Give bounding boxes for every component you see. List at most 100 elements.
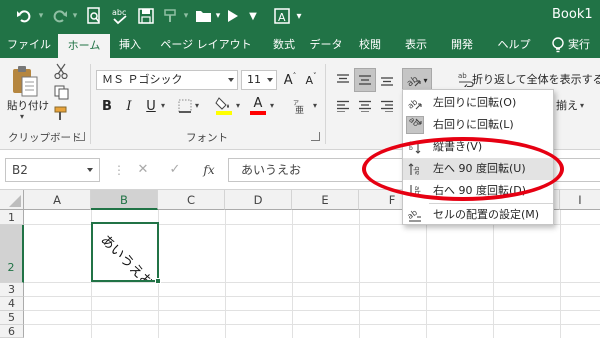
paste-dropdown-icon[interactable]: ▾ [20,112,24,121]
column-header[interactable]: D [225,190,292,210]
text-box-dropdown-icon[interactable]: ▾ [294,6,304,26]
top-align-icon[interactable] [334,70,352,90]
gridline [24,324,600,325]
font-group-label: フォント [186,132,228,144]
spelling-icon[interactable]: abc [110,6,130,26]
tab-help[interactable]: ヘルプ [494,32,534,58]
name-box-dropdown-icon[interactable] [87,168,93,172]
gridline [560,210,561,338]
clipboard-launcher-icon[interactable] [76,132,85,141]
name-box[interactable]: B2 [5,158,100,182]
format-painter-icon[interactable] [162,6,182,26]
redo-dropdown-icon[interactable]: ▾ [70,6,80,26]
underline-dropdown-icon[interactable]: ▾ [161,101,165,110]
fill-color-dropdown-icon[interactable]: ▾ [236,101,240,110]
group-divider [90,64,91,144]
insert-function-button[interactable]: fx [198,160,220,180]
font-name-select[interactable]: ＭＳ Ｐゴシック [96,70,238,90]
row-header[interactable]: 5 [0,311,24,325]
tab-data[interactable]: データ [306,32,346,58]
row-header[interactable]: 1 [0,210,24,225]
tab-page-layout[interactable]: ページ レイアウト [154,32,258,58]
svg-text:ab: ab [458,72,467,80]
row-header[interactable]: 2 [0,225,24,283]
menu-item-format-cell-alignment[interactable]: ab セルの配置の設定(M) [403,204,553,226]
row-header[interactable]: 4 [0,297,24,311]
font-color-button[interactable]: A [248,94,268,116]
borders-dropdown-icon[interactable]: ▾ [195,101,199,110]
save-icon[interactable] [136,6,156,26]
folder-dropdown-icon[interactable]: ▾ [213,6,223,26]
customize-icon[interactable]: ▼ [246,6,260,26]
font-name-value: ＭＳ Ｐゴシック [102,73,183,86]
bottom-align-icon[interactable] [378,70,396,90]
middle-align-icon[interactable] [354,68,376,92]
row-header[interactable]: 3 [0,283,24,297]
bold-button[interactable]: B [98,96,116,116]
font-color-dropdown-icon[interactable]: ▾ [270,101,274,110]
font-size-dropdown-icon[interactable] [267,78,273,82]
open-folder-icon[interactable] [194,6,214,26]
font-size-select[interactable]: 11 [241,70,277,90]
underline-button[interactable]: U [142,96,160,116]
format-painter-brush-icon[interactable] [52,104,70,122]
font-launcher-icon[interactable] [311,132,320,141]
column-header[interactable]: B [91,190,158,210]
angle-clockwise-icon: ab [406,116,424,134]
italic-button[interactable]: I [120,96,138,116]
borders-icon[interactable] [176,96,194,116]
shrink-font-button[interactable]: A ˅ [302,70,320,90]
fill-handle[interactable] [155,278,161,284]
column-header[interactable]: I [560,190,600,210]
name-box-value: B2 [12,163,28,177]
angle-counterclockwise-icon: ab [406,94,424,112]
format-painter-dropdown-icon[interactable]: ▾ [181,6,191,26]
paste-icon[interactable] [8,64,42,100]
lightbulb-icon[interactable] [551,37,565,53]
tab-formulas[interactable]: 数式 [266,32,302,58]
formula-bar-grip-icon[interactable]: ⋮ [113,160,125,180]
menu-item-angle-counterclockwise[interactable]: ab 左回りに回転(O) [403,92,553,114]
tab-developer[interactable]: 開発 [444,32,480,58]
paste-button[interactable]: 貼り付け [4,98,52,113]
undo-icon[interactable] [14,6,34,26]
tab-view[interactable]: 表示 [398,32,434,58]
select-all-corner[interactable] [0,190,24,210]
fill-color-icon[interactable] [214,94,234,116]
phonetic-guide-icon[interactable]: ア亜 [290,96,312,116]
grow-font-button[interactable]: A ˄ [281,70,299,90]
format-cell-alignment-icon: ab [406,206,424,224]
row-header[interactable]: 6 [0,325,24,338]
shrink-font-letter: A [305,73,314,87]
merge-center-button[interactable]: 揃え [556,96,578,116]
svg-text:abc: abc [112,8,126,17]
copy-icon[interactable] [52,83,70,101]
menu-item-angle-clockwise[interactable]: ab 右回りに回転(L) [403,114,553,136]
tab-insert[interactable]: 挿入 [112,32,148,58]
column-header[interactable]: E [292,190,359,210]
align-right-icon[interactable] [378,96,396,116]
align-center-icon[interactable] [356,96,374,116]
phonetic-dropdown-icon[interactable]: ▾ [313,101,317,110]
tab-review[interactable]: 校閲 [352,32,388,58]
active-cell-b2[interactable]: あいうえお [91,222,159,282]
font-name-dropdown-icon[interactable] [228,78,234,82]
redo-icon[interactable] [50,6,70,26]
cut-icon[interactable] [52,62,70,80]
wrap-text-button[interactable]: 折り返して全体を表示する [472,70,600,90]
text-box-icon[interactable]: A [272,6,292,26]
tab-file[interactable]: ファイル [4,32,54,58]
cancel-entry-button[interactable]: ✕ [134,160,152,180]
merge-dropdown-icon[interactable]: ▾ [580,101,584,110]
tab-tell-me[interactable]: 実行 [568,32,600,58]
confirm-entry-button[interactable]: ✓ [166,160,184,180]
print-preview-icon[interactable] [84,6,104,26]
undo-dropdown-icon[interactable]: ▾ [36,6,46,26]
column-header[interactable]: C [158,190,225,210]
run-icon[interactable] [224,6,242,26]
title-bar: ▾ ▾ abc ▾ ▾ ▼ A ▾ Book1 [0,0,600,32]
tab-home[interactable]: ホーム [58,34,110,58]
column-header[interactable]: A [24,190,91,210]
align-left-icon[interactable] [334,96,352,116]
gridline [225,210,226,338]
